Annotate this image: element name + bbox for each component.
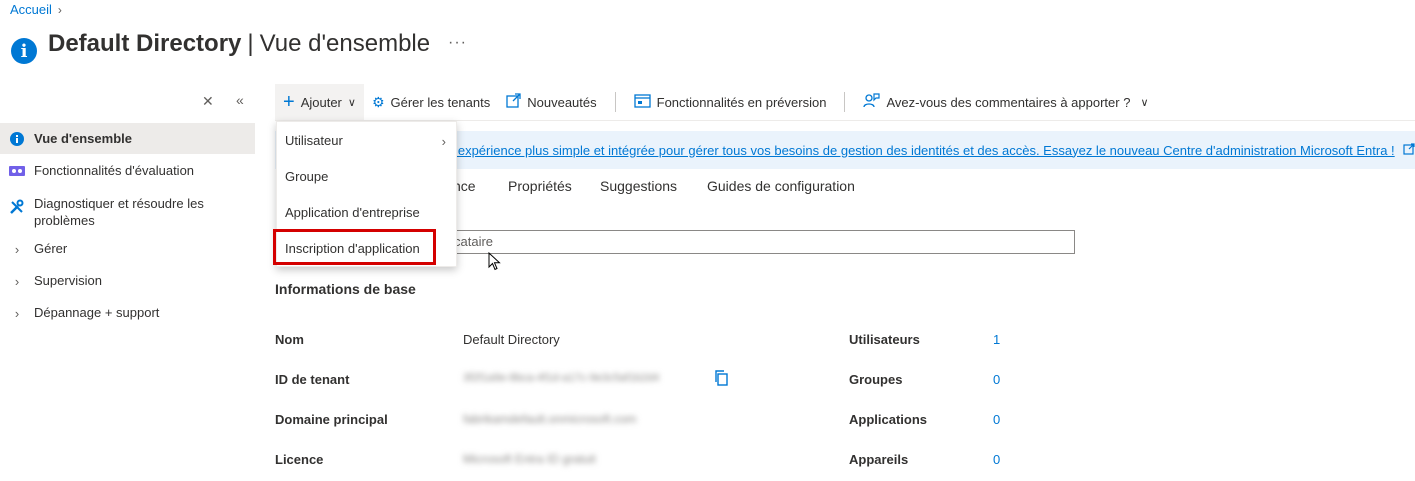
manage-tenants-button[interactable]: ⚙ Gérer les tenants xyxy=(364,84,498,120)
info-icon: i xyxy=(11,38,37,64)
chevron-right-icon: › xyxy=(14,242,20,257)
stat-value-devices[interactable]: 0 xyxy=(993,452,1000,467)
tab-suggestions[interactable]: Suggestions xyxy=(600,178,677,194)
highlight-annotation xyxy=(273,229,436,265)
preview-features-icon xyxy=(0,163,34,178)
add-button-label: Ajouter xyxy=(300,94,342,110)
external-link-icon xyxy=(506,93,521,111)
copy-icon[interactable] xyxy=(714,370,729,389)
chevron-right-icon: › xyxy=(14,274,20,289)
chevron-right-icon: › xyxy=(14,306,20,321)
page-title-separator: | xyxy=(247,30,254,57)
prop-value-license: Microsoft Entra ID gratuit xyxy=(463,452,596,466)
sidebar-item-label: Supervision xyxy=(34,273,102,288)
feedback-label: Avez-vous des commentaires à apporter ? xyxy=(886,94,1131,110)
stat-value-applications[interactable]: 0 xyxy=(993,412,1000,427)
breadcrumb: Accueil › xyxy=(10,2,62,17)
chevron-down-icon: ∨ xyxy=(1140,96,1149,109)
menu-item-enterprise-application[interactable]: Application d'entreprise xyxy=(285,205,420,220)
gear-icon: ⚙ xyxy=(371,93,385,110)
more-options-icon[interactable]: ··· xyxy=(448,34,467,52)
whats-new-button[interactable]: Nouveautés xyxy=(498,84,604,120)
chevron-right-icon: › xyxy=(57,2,62,17)
preview-features-icon xyxy=(633,93,651,111)
stat-label-users: Utilisateurs xyxy=(849,332,920,347)
chevron-right-icon: › xyxy=(441,134,446,149)
stat-value-users[interactable]: 1 xyxy=(993,332,1000,347)
manage-tenants-label: Gérer les tenants xyxy=(390,94,491,110)
page-title-section: Vue d'ensemble xyxy=(259,30,431,57)
plus-icon: + xyxy=(283,91,295,113)
sidebar-item-overview[interactable]: Vue d'ensemble xyxy=(0,123,255,154)
stat-label-groups: Groupes xyxy=(849,372,903,387)
section-title: Informations de base xyxy=(275,281,416,297)
breadcrumb-home-link[interactable]: Accueil xyxy=(10,2,52,17)
chevron-down-icon: ∨ xyxy=(347,96,356,109)
wrench-icon xyxy=(0,195,34,215)
preview-features-label: Fonctionnalités en préversion xyxy=(656,94,827,110)
command-bar: + Ajouter ∨ ⚙ Gérer les tenants Nouveaut… xyxy=(275,84,1157,120)
whats-new-label: Nouveautés xyxy=(527,94,597,110)
sidebar-item-label: Gérer xyxy=(34,241,68,256)
prop-label-tenant-id: ID de tenant xyxy=(275,372,350,387)
tab-properties[interactable]: Propriétés xyxy=(508,178,572,194)
prop-label-primary-domain: Domaine principal xyxy=(275,412,388,427)
sidebar-item-label: Fonctionnalités d'évaluation xyxy=(34,163,195,178)
preview-features-button[interactable]: Fonctionnalités en préversion xyxy=(626,84,835,120)
prop-value-tenant-id: 3f2f1a9e-8bca-4f1d-a17c-9e3c5af1b2d4 xyxy=(463,372,660,384)
prop-value-name: Default Directory xyxy=(463,332,560,347)
mouse-cursor-icon xyxy=(488,251,501,274)
sidebar-item-troubleshooting[interactable]: › Dépannage + support xyxy=(0,305,255,321)
feedback-button[interactable]: Avez-vous des commentaires à apporter ? … xyxy=(855,84,1156,120)
sidebar-item-diagnose[interactable]: Diagnostiquer et résoudre les problèmes xyxy=(0,195,255,229)
sidebar-item-label: Diagnostiquer et résoudre les problèmes xyxy=(34,196,204,228)
prop-label-license: Licence xyxy=(275,452,324,467)
add-button[interactable]: + Ajouter ∨ xyxy=(275,84,364,120)
stat-label-applications: Applications xyxy=(849,412,928,427)
toolbar-divider xyxy=(844,92,846,112)
feedback-person-icon xyxy=(863,93,881,111)
sidebar-item-label: Dépannage + support xyxy=(34,305,160,320)
prop-value-primary-domain: fabrikamdefault.onmicrosoft.com xyxy=(463,412,637,426)
close-icon[interactable]: ✕ xyxy=(202,93,214,110)
page-title-directory: Default Directory xyxy=(48,30,242,57)
collapse-sidebar-icon[interactable]: « xyxy=(236,92,244,108)
page-title: Default Directory | Vue d'ensemble xyxy=(48,30,430,58)
sidebar-item-label: Vue d'ensemble xyxy=(34,131,132,146)
toolbar-divider xyxy=(614,92,616,112)
prop-label-name: Nom xyxy=(275,332,304,347)
tab-setup-guides[interactable]: Guides de configuration xyxy=(707,178,855,194)
external-link-icon[interactable] xyxy=(1403,142,1415,158)
stat-label-devices: Appareils xyxy=(849,452,909,467)
sidebar-item-preview-features[interactable]: Fonctionnalités d'évaluation xyxy=(0,163,255,178)
sidebar-item-manage[interactable]: › Gérer xyxy=(0,241,255,257)
stat-value-groups[interactable]: 0 xyxy=(993,372,1000,387)
info-icon xyxy=(0,130,34,147)
sidebar-item-monitoring[interactable]: › Supervision xyxy=(0,273,255,289)
menu-item-group[interactable]: Groupe xyxy=(285,169,328,184)
menu-item-user[interactable]: Utilisateur xyxy=(285,133,343,148)
